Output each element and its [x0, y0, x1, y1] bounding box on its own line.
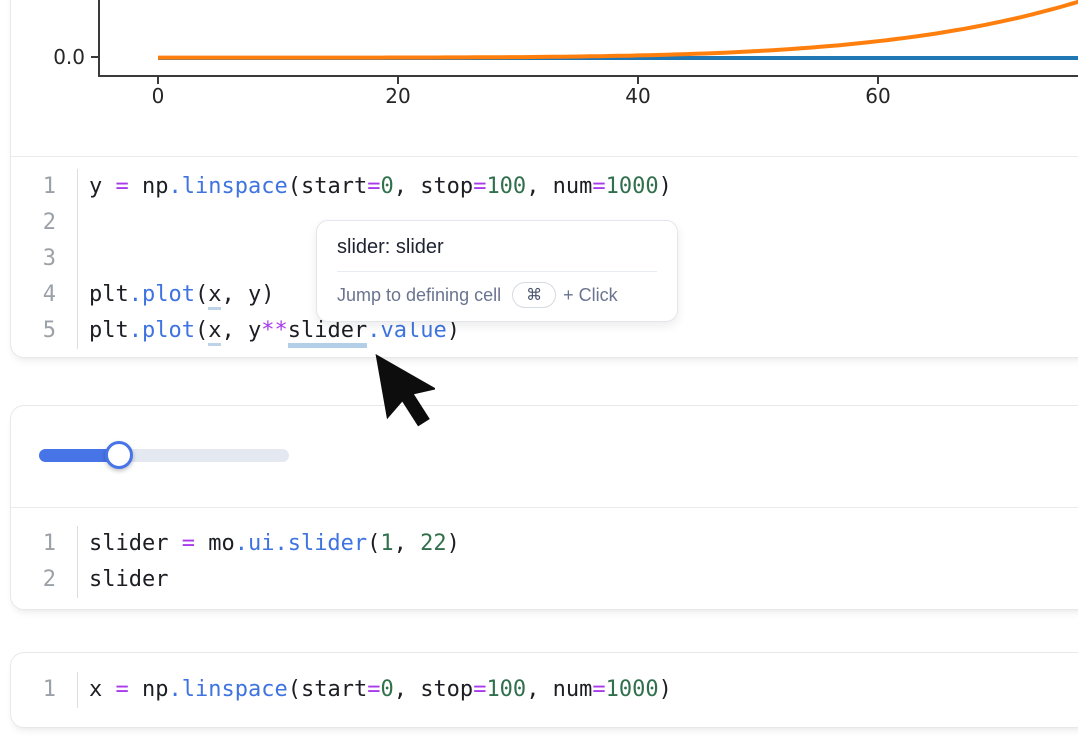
code-token: =: [182, 531, 195, 556]
x-tick-label: 40: [625, 84, 650, 108]
code-token: plt: [89, 282, 129, 307]
y-tick-label: 0.0: [53, 45, 85, 69]
code-token: .plot: [129, 318, 195, 343]
code-token: =: [367, 677, 380, 702]
line-number: 2: [11, 205, 77, 241]
x-tick-label: 0: [152, 84, 165, 108]
code-token: (start: [288, 677, 367, 702]
code-token: 100: [486, 677, 526, 702]
code-token: =: [592, 174, 605, 199]
line-number: 1: [11, 169, 77, 205]
line-number: 3: [11, 241, 77, 277]
tooltip-divider: [337, 271, 657, 272]
line-number: 1: [11, 672, 77, 708]
matplotlib-plot: 0.0 0 20 40 60: [11, 0, 1078, 156]
code-line: 1slider = mo.ui.slider(1, 22): [11, 526, 1078, 562]
code-line: 2 slider: [11, 562, 1078, 598]
code-token: 1000: [606, 677, 659, 702]
code-token: plt: [89, 318, 129, 343]
variable-reference[interactable]: x: [208, 282, 221, 310]
code-token: 100: [486, 174, 526, 199]
code-token: np: [129, 174, 169, 199]
code-text[interactable]: slider = mo.ui.slider(1, 22): [77, 526, 1078, 562]
code-editor[interactable]: 1slider = mo.ui.slider(1, 22)2slider: [11, 507, 1078, 610]
code-token: , y: [221, 318, 261, 343]
code-token: , y): [221, 282, 274, 307]
jump-action-label: Jump to defining cell: [337, 285, 501, 306]
code-token: ): [659, 174, 672, 199]
tooltip-title: slider: slider: [337, 236, 657, 259]
slider-track[interactable]: [39, 449, 289, 462]
variable-reference[interactable]: x: [208, 318, 221, 346]
code-token: =: [473, 174, 486, 199]
code-token: 0: [380, 174, 393, 199]
line-number: 5: [11, 313, 77, 349]
code-token: , num: [526, 677, 592, 702]
code-token: 22: [420, 531, 447, 556]
code-token: ): [659, 677, 672, 702]
line-number: 1: [11, 526, 77, 562]
code-token: (start: [288, 174, 367, 199]
line-number: 2: [11, 562, 77, 598]
cell-output-slider: [11, 406, 1078, 507]
code-line: 1y = np.linspace(start=0, stop=100, num=…: [11, 169, 1078, 205]
code-token: .linspace: [169, 677, 288, 702]
variable-reference[interactable]: slider: [288, 318, 367, 348]
code-text[interactable]: slider: [77, 562, 1078, 598]
slider-thumb[interactable]: [105, 441, 133, 469]
code-token: , stop: [394, 677, 473, 702]
x-tick-label: 60: [865, 84, 890, 108]
command-key: ⌘: [512, 282, 556, 308]
code-token: (: [195, 318, 208, 343]
code-token: =: [367, 174, 380, 199]
code-token: slider: [89, 531, 182, 556]
code-token: 1000: [606, 174, 659, 199]
line-series-orange: [158, 1, 1078, 57]
code-token: (: [367, 531, 380, 556]
code-token: np: [129, 677, 169, 702]
mouse-cursor: [371, 350, 435, 437]
code-token: mo: [195, 531, 235, 556]
slider-widget: [39, 449, 289, 462]
cell-output-plot: 0.0 0 20 40 60: [11, 0, 1078, 156]
code-editor[interactable]: 1x = np.linspace(start=0, stop=100, num=…: [11, 653, 1078, 725]
code-token: 1: [380, 531, 393, 556]
code-token: (: [195, 282, 208, 307]
code-token: =: [116, 677, 129, 702]
line-number: 4: [11, 277, 77, 313]
code-token: =: [592, 677, 605, 702]
code-text[interactable]: y = np.linspace(start=0, stop=100, num=1…: [77, 169, 1078, 205]
code-token: slider: [89, 567, 168, 592]
code-token: x: [89, 677, 116, 702]
code-token: =: [473, 677, 486, 702]
code-token: ): [447, 531, 460, 556]
code-text[interactable]: x = np.linspace(start=0, stop=100, num=1…: [77, 672, 1078, 708]
code-token: .ui.slider: [235, 531, 367, 556]
variable-tooltip: slider: slider Jump to defining cell ⌘ +…: [316, 220, 678, 322]
code-token: .plot: [129, 282, 195, 307]
code-token: y: [89, 174, 116, 199]
code-token: 0: [380, 677, 393, 702]
code-token: , stop: [394, 174, 473, 199]
x-tick-label: 20: [385, 84, 410, 108]
click-hint: + Click: [563, 285, 618, 306]
notebook-cell-slider: 1slider = mo.ui.slider(1, 22)2slider: [10, 405, 1078, 610]
code-token: .linspace: [169, 174, 288, 199]
notebook-cell-x: 1x = np.linspace(start=0, stop=100, num=…: [10, 652, 1078, 728]
code-token: ,: [394, 531, 421, 556]
code-token: **: [261, 318, 288, 343]
code-token: , num: [526, 174, 592, 199]
code-line: 1x = np.linspace(start=0, stop=100, num=…: [11, 672, 1078, 708]
code-token: =: [116, 174, 129, 199]
